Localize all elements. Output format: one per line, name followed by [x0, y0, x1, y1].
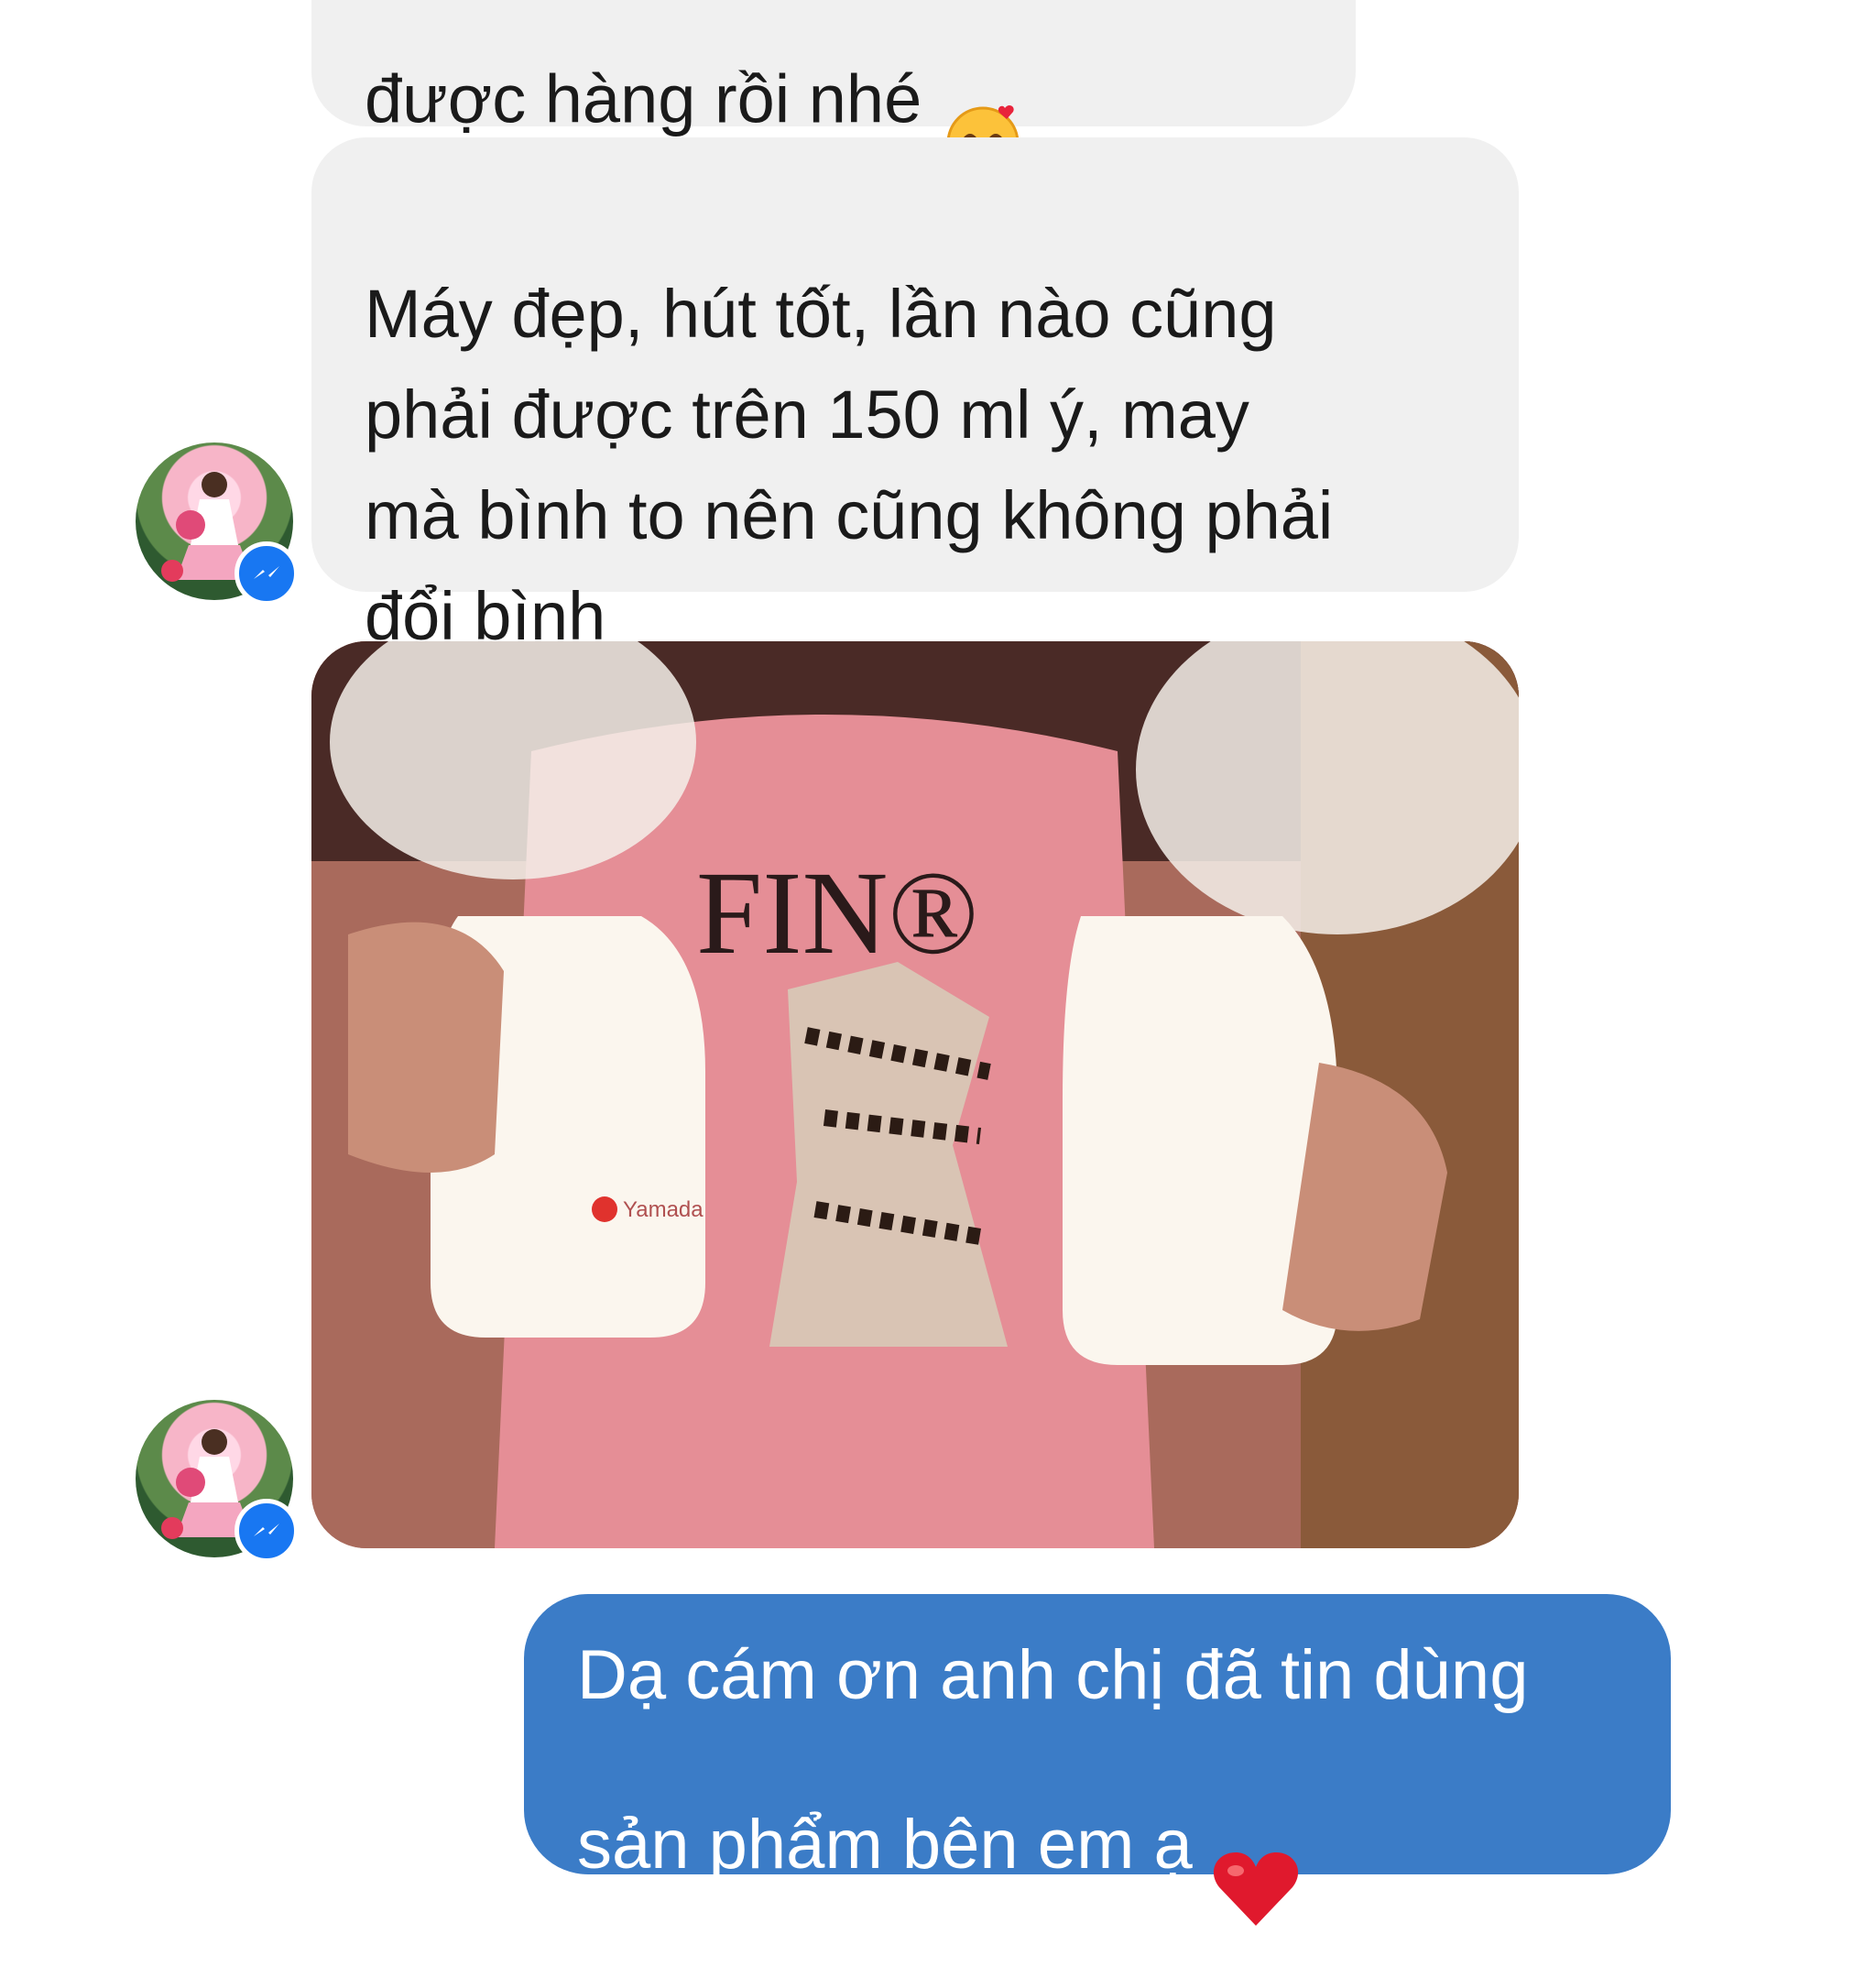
message-bubble-incoming: được hàng rồi nhé — [311, 0, 1356, 180]
message-text: Máy đẹp, hút tốt, lần nào cũng phải được… — [365, 276, 1334, 654]
sender-avatar[interactable] — [136, 442, 299, 606]
breast-pump-photo: FIN® Yamada — [311, 641, 1519, 1548]
message-photo[interactable]: FIN® Yamada — [311, 641, 1519, 1548]
message-bubble-outgoing: Dạ cám ơn anh chị đã tin dùng sản phẩm b… — [524, 1594, 1671, 1926]
red-heart-icon — [1212, 1733, 1300, 1966]
bottle-brand: Yamada — [623, 1197, 704, 1222]
message-text: Dạ cám ơn anh chị đã tin dùng sản phẩm b… — [577, 1636, 1529, 1884]
message-bubble-incoming: Máy đẹp, hút tốt, lần nào cũng phải được… — [311, 137, 1519, 654]
sender-avatar[interactable] — [136, 1400, 299, 1563]
message-text: được hàng rồi nhé — [365, 60, 922, 137]
shirt-text: FIN® — [696, 847, 978, 979]
messenger-icon — [234, 541, 299, 606]
messenger-icon — [234, 1499, 299, 1563]
